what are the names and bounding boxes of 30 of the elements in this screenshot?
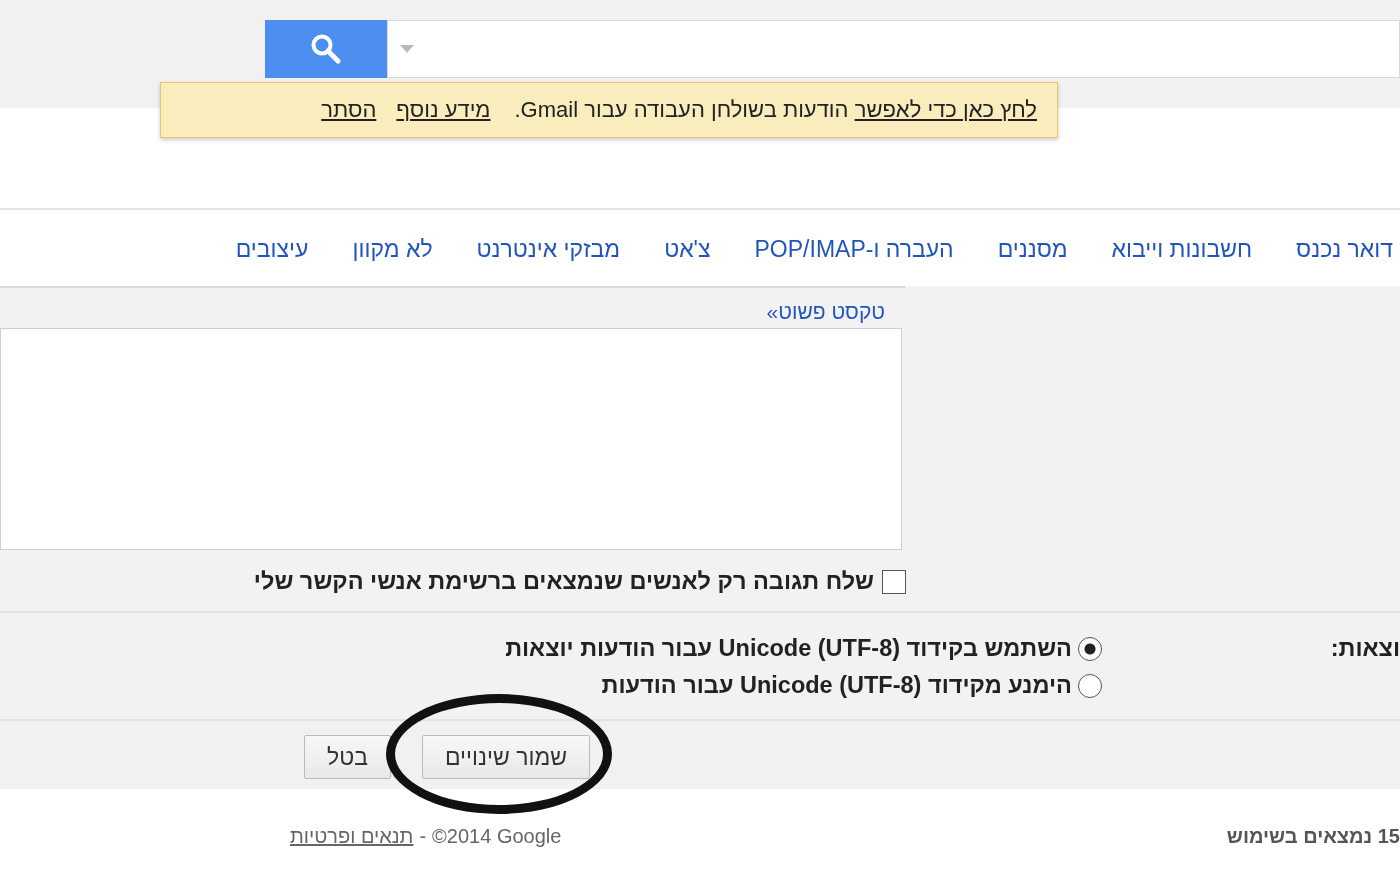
checkbox[interactable] xyxy=(882,569,906,594)
settings-tab[interactable]: עיצובים xyxy=(235,236,309,278)
settings-tab[interactable]: צ'אט xyxy=(664,236,711,278)
settings-tab[interactable]: חשבונות וייבוא xyxy=(1111,236,1253,278)
cancel-button[interactable]: בטל xyxy=(304,735,391,779)
enable-link[interactable]: לחץ כאן כדי לאפשר xyxy=(854,97,1037,122)
search-button[interactable] xyxy=(265,20,387,78)
save-button[interactable]: שמור שינויים xyxy=(421,735,590,779)
settings-tab[interactable]: העברה ו-POP/IMAP xyxy=(754,236,954,278)
search-field[interactable] xyxy=(387,20,1400,78)
settings-tab[interactable]: מסננים xyxy=(997,236,1068,278)
caret-icon[interactable] xyxy=(400,45,414,53)
search-icon xyxy=(309,32,343,66)
settings-tab[interactable]: מבזקי אינטרנט xyxy=(476,236,621,278)
radio-label: הימנע מקידוד Unicode (UTF-8) עבור הודעות xyxy=(601,672,1072,699)
setting-label: וצאות: xyxy=(1330,635,1400,661)
radio-button[interactable] xyxy=(1078,673,1102,698)
settings-tab[interactable]: לא מקוון xyxy=(352,236,433,278)
plain-text-link[interactable]: טקסט פשוט» xyxy=(766,300,885,323)
separator: - xyxy=(419,825,427,848)
radio-label: השתמש בקידוד Unicode (UTF-8) עבור הודעות יוצאות xyxy=(505,635,1072,662)
notice-link[interactable]: מידע נוסף xyxy=(396,97,491,123)
settings-tab[interactable]: דואר נכנס xyxy=(1296,236,1393,278)
copyright-text: ©2014 Google xyxy=(432,825,562,848)
terms-link[interactable]: תנאים ופרטיות xyxy=(290,825,414,848)
radio-button[interactable] xyxy=(1078,636,1102,661)
notification-message: לחץ כאן כדי לאפשר הודעות בשולחן העבודה עבור Gmail. xyxy=(514,97,1037,123)
checkbox-label: שלח תגובה רק לאנשים שנמצאים ברשימת אנשי הקשר שלי xyxy=(253,568,874,595)
notice-link[interactable]: הסתר xyxy=(321,97,377,123)
storage-usage: 15 נמצאים בשימוש xyxy=(1226,825,1400,848)
